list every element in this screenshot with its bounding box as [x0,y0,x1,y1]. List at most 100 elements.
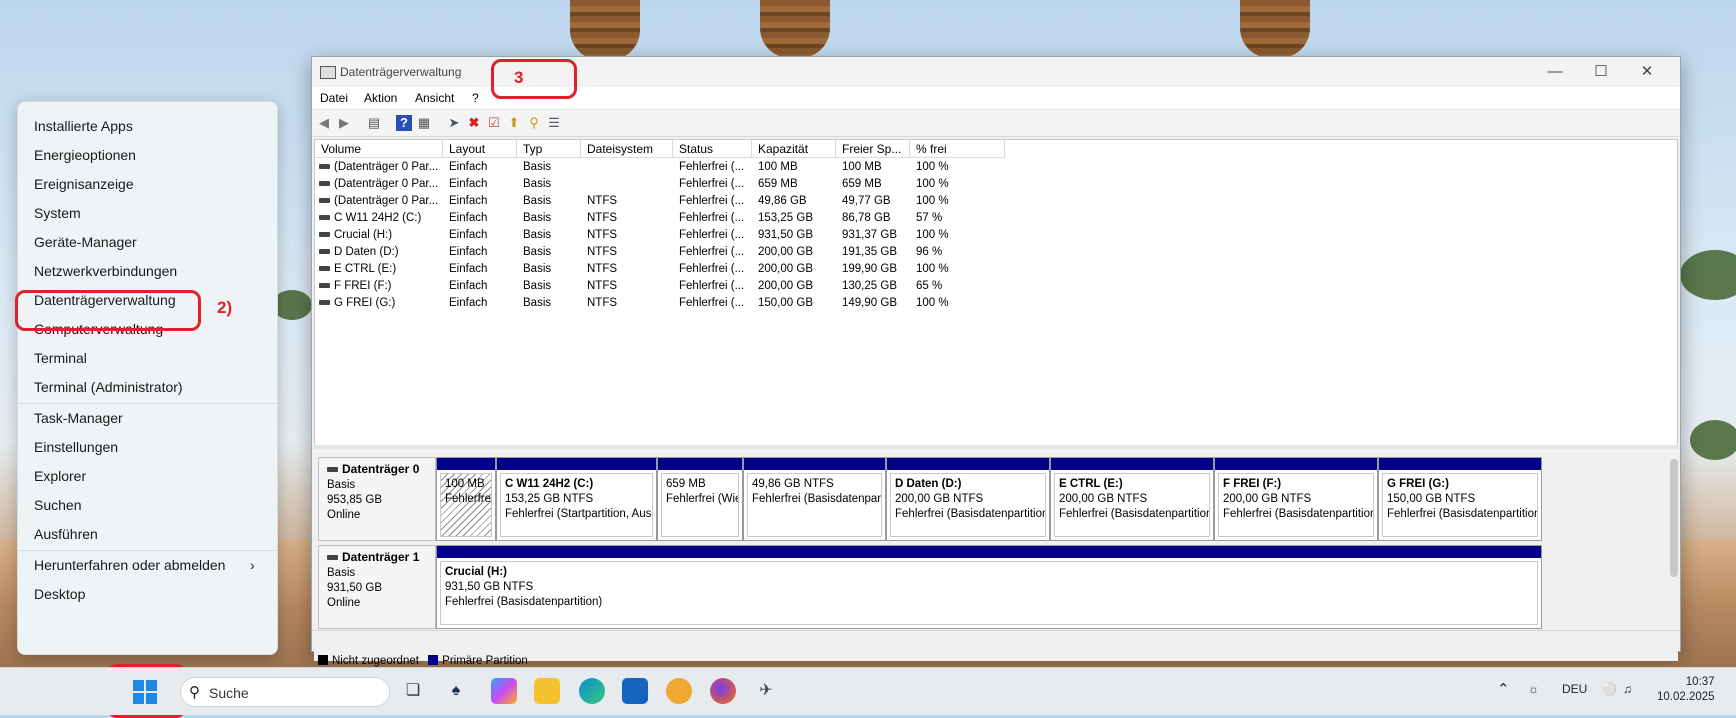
drive-icon [319,198,330,204]
search-icon[interactable]: ⚲ [526,115,542,131]
menu-item-run[interactable]: Ausführen [34,526,98,542]
menu-item-search[interactable]: Suchen [34,497,81,513]
partition-title: F FREI (F:) [1223,478,1282,490]
menu-view[interactable]: Ansicht [415,91,454,105]
table-row[interactable]: Crucial (H:) Einfach Basis NTFS Fehlerfrei (… [315,227,1677,244]
console-icon[interactable]: ▤ [366,115,382,131]
disk-size: 953,85 GB [327,494,382,506]
menu-help[interactable]: ? [472,91,479,105]
start-button[interactable] [133,680,157,704]
col-layout-cell: Einfach [449,229,488,241]
partition-block[interactable]: 659 MB Fehlerfrei (Wiec [657,457,743,541]
table-row[interactable]: C W11 24H2 (C:) Einfach Basis NTFS Fehlerfre… [315,210,1677,227]
maximize-button[interactable]: ☐ [1578,57,1624,87]
network-status-icon[interactable]: ☼ [1528,682,1539,696]
col-volume-header[interactable]: Volume [315,140,443,158]
partition-block[interactable]: G FREI (G:) 150,00 GB NTFS Fehlerfrei (Bas… [1378,457,1542,541]
table-row[interactable]: (Datenträger 0 Par... Einfach Basis Fehlerf… [315,176,1677,193]
col-percent-free-cell: 96 % [916,246,943,258]
check-icon[interactable]: ☑ [486,115,502,131]
col-status-cell: Fehlerfrei (... [679,297,745,309]
col-status-header[interactable]: Status [673,140,752,158]
menu-item-network-connections[interactable]: Netzwerkverbindungen [34,263,177,279]
chevron-up-icon[interactable]: ⌃ [1497,680,1510,698]
menu-action[interactable]: Aktion [364,91,397,105]
partition-block[interactable]: 49,86 GB NTFS Fehlerfrei (Basisdatenparti… [743,457,886,541]
close-button[interactable]: ✕ [1624,57,1670,87]
col-filesystem-cell: NTFS [587,195,618,207]
menu-item-explorer[interactable]: Explorer [34,468,86,484]
menu-item-power-options[interactable]: Energieoptionen [34,147,136,163]
volume-icon[interactable]: ♫ [1623,682,1632,696]
edge-icon[interactable] [579,678,605,704]
table-row[interactable]: (Datenträger 0 Par... Einfach Basis Fehlerf… [315,159,1677,176]
col-status-cell: Fehlerfrei (... [679,263,745,275]
partition-block[interactable]: 100 MB Fehlerfrei [436,457,496,541]
graph-scrollbar[interactable] [1670,459,1678,577]
forward-icon[interactable]: ▶ [336,115,352,131]
menu-item-system[interactable]: System [34,205,81,221]
menu-item-installed-apps[interactable]: Installierte Apps [34,118,133,134]
menu-item-terminal-admin[interactable]: Terminal (Administrator) [34,379,183,395]
menu-file[interactable]: Datei [320,91,348,105]
up-icon[interactable]: ⬆ [506,115,522,131]
list-icon[interactable]: ☰ [546,115,562,131]
store-icon[interactable] [622,678,648,704]
table-row[interactable]: (Datenträger 0 Par... Einfach Basis NTFS Feh… [315,193,1677,210]
delete-icon[interactable]: ✖ [466,115,482,131]
legend-swatch-primary [428,655,439,665]
menu-item-terminal[interactable]: Terminal [34,350,87,366]
menu-item-event-viewer[interactable]: Ereignisanzeige [34,176,134,192]
table-row[interactable]: F FREI (F:) Einfach Basis NTFS Fehlerfrei (.… [315,278,1677,295]
col-volume-cell: G FREI (G:) [319,295,441,312]
wallpaper-tree [1680,250,1736,300]
taskbar-search-box[interactable]: ⚲ Suche [180,677,390,707]
col-capacity-header[interactable]: Kapazität [752,140,836,158]
col-volume-cell: (Datenträger 0 Par... [319,159,441,176]
col-filesystem-header[interactable]: Dateisystem [581,140,673,158]
table-row[interactable]: D Daten (D:) Einfach Basis NTFS Fehlerfrei (… [315,244,1677,261]
help-icon[interactable]: ? [396,115,412,131]
wifi-icon[interactable]: ⚪ [1602,682,1617,696]
disk-label-0[interactable]: Datenträger 0 Basis 953,85 GB Online [318,457,436,541]
table-row[interactable]: G FREI (G:) Einfach Basis NTFS Fehlerfrei (.… [315,295,1677,312]
table-row[interactable]: E CTRL (E:) Einfach Basis NTFS Fehlerfrei (.… [315,261,1677,278]
partition-block[interactable]: Crucial (H:) 931,50 GB NTFS Fehlerfrei (Ba… [436,545,1542,629]
partition-block[interactable]: D Daten (D:) 200,00 GB NTFS Fehlerfrei (Ba… [886,457,1050,541]
partition-block[interactable]: E CTRL (E:) 200,00 GB NTFS Fehlerfrei (Bas… [1050,457,1214,541]
disk-size: 931,50 GB [327,582,382,594]
disk-type: Basis [327,567,356,579]
col-percent-free-header[interactable]: % frei [910,140,1005,158]
col-volume-cell: C W11 24H2 (C:) [319,210,441,227]
col-type-header[interactable]: Typ [517,140,581,158]
col-layout-header[interactable]: Layout [443,140,517,158]
partition-details: 100 MB Fehlerfrei [440,473,492,537]
menu-item-device-manager[interactable]: Geräte-Manager [34,234,137,250]
file-explorer-icon[interactable] [534,678,560,704]
col-free-space-header[interactable]: Freier Sp... [836,140,910,158]
menu-item-desktop[interactable]: Desktop [34,586,85,602]
copilot-icon[interactable] [491,678,517,704]
disk-label-1[interactable]: Datenträger 1 Basis 931,50 GB Online [318,545,436,629]
back-icon[interactable]: ◀ [316,115,332,131]
task-view-icon[interactable]: ❏ [400,678,426,704]
properties-icon[interactable]: ▦ [416,115,432,131]
partition-block[interactable]: C W11 24H2 (C:) 153,25 GB NTFS Fehlerfrei … [496,457,657,541]
taskbar-clock[interactable]: 10:37 10.02.2025 [1657,675,1715,705]
menu-item-settings[interactable]: Einstellungen [34,439,118,455]
col-type-cell: Basis [523,212,552,224]
connect-icon[interactable]: ➤ [446,115,462,131]
settings-app-icon[interactable] [666,678,692,704]
menu-item-task-manager[interactable]: Task-Manager [34,410,123,426]
solitaire-icon[interactable]: ♠ [443,678,469,704]
minimize-button[interactable]: — [1532,57,1578,87]
firefox-icon[interactable] [710,678,736,704]
app-icon[interactable]: ✈ [753,678,779,704]
language-indicator[interactable]: DEU [1562,682,1587,696]
status-bar [312,630,1680,651]
partition-block[interactable]: F FREI (F:) 200,00 GB NTFS Fehlerfrei (Bas… [1214,457,1378,541]
col-type-cell: Basis [523,178,552,190]
col-free-space-cell: 659 MB [842,178,882,190]
col-capacity-cell: 153,25 GB [758,212,813,224]
menu-item-shutdown-signout[interactable]: Herunterfahren oder abmelden [34,557,225,573]
